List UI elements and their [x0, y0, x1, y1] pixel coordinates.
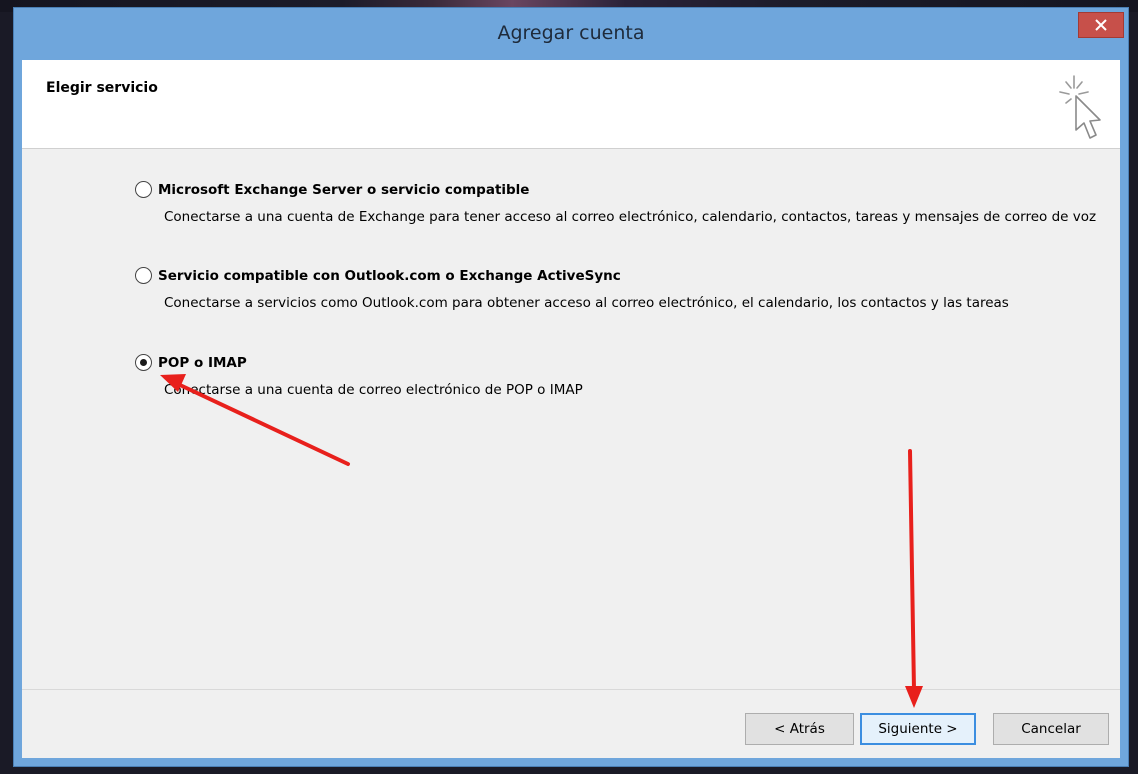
outlook-com-option-label[interactable]: Servicio compatible con Outlook.com o Ex…: [158, 267, 621, 285]
outlook-com-option-description: Conectarse a servicios como Outlook.com …: [164, 295, 1009, 311]
pop-imap-option-description: Conectarse a una cuenta de correo electr…: [164, 382, 583, 398]
exchange-radio[interactable]: [135, 181, 152, 198]
wizard-header: Elegir servicio: [22, 60, 1120, 149]
back-button[interactable]: < Atrás: [745, 713, 854, 745]
footer-divider: [22, 689, 1120, 690]
add-account-dialog: Agregar cuenta Elegir servicio Microsoft…: [14, 8, 1128, 766]
exchange-option-label[interactable]: Microsoft Exchange Server o servicio com…: [158, 181, 529, 199]
dialog-content: Elegir servicio Microsoft Exchange Serve…: [22, 60, 1120, 758]
pop-imap-radio[interactable]: [135, 354, 152, 371]
close-icon: [1095, 19, 1107, 31]
title-bar[interactable]: Agregar cuenta: [14, 8, 1128, 60]
window-title: Agregar cuenta: [497, 22, 645, 44]
page-title: Elegir servicio: [46, 80, 158, 96]
cancel-button[interactable]: Cancelar: [993, 713, 1109, 745]
next-button[interactable]: Siguiente >: [860, 713, 976, 745]
pop-imap-option-label[interactable]: POP o IMAP: [158, 354, 247, 372]
wizard-cursor-sparkle-icon: [1059, 75, 1101, 139]
close-button[interactable]: [1078, 12, 1124, 38]
outlook-com-radio[interactable]: [135, 267, 152, 284]
exchange-option-description: Conectarse a una cuenta de Exchange para…: [164, 209, 1097, 225]
